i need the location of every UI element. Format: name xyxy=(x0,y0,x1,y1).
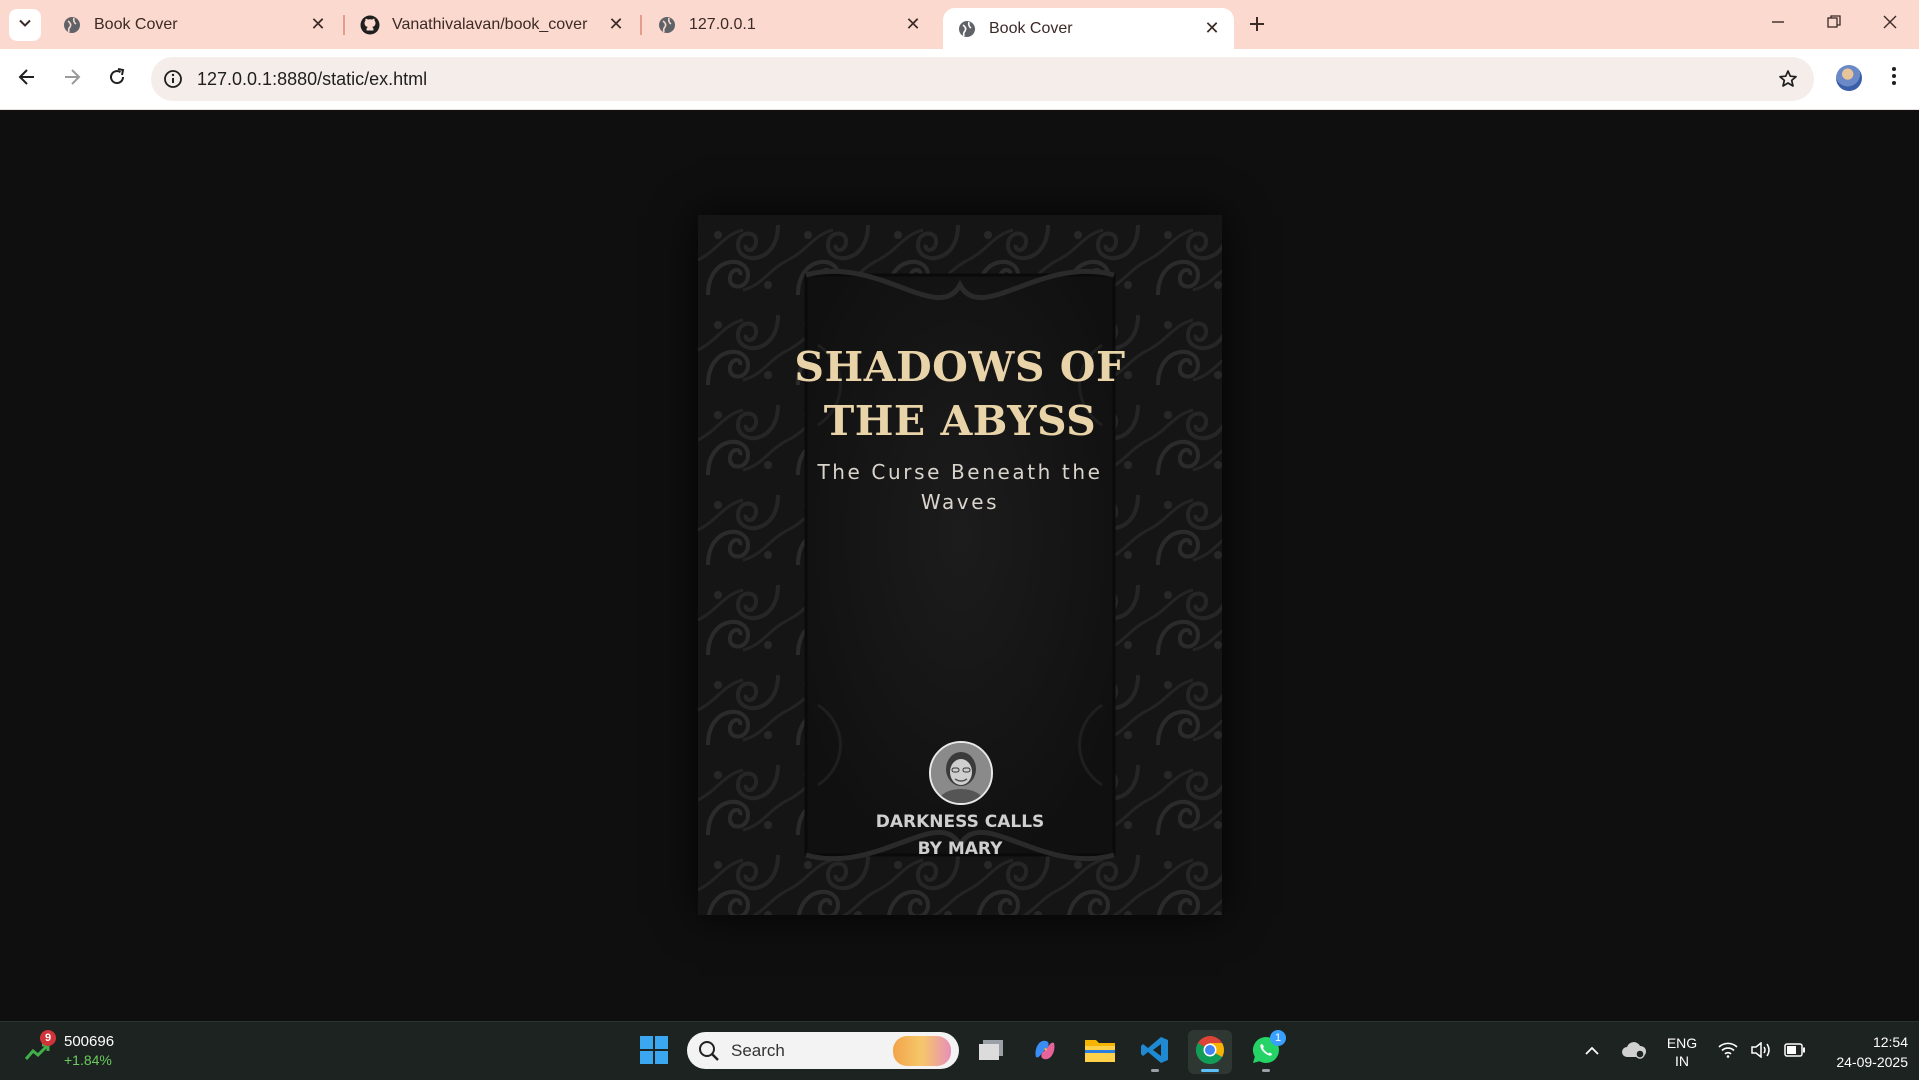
book-tagline-line-2: BY MARY xyxy=(917,839,1003,859)
clock[interactable]: 12:54 24-09-2025 xyxy=(1808,1030,1908,1074)
new-tab-button[interactable] xyxy=(1241,9,1273,41)
book-tagline: DARKNESS CALLS BY MARY xyxy=(698,809,1222,863)
book-title-line-1: SHADOWS OF xyxy=(794,343,1126,391)
book-tagline-line-1: DARKNESS CALLS xyxy=(875,812,1045,832)
restore-button[interactable] xyxy=(1806,0,1862,49)
arrow-left-icon xyxy=(17,67,37,92)
book-cover: SHADOWS OF THE ABYSS The Curse Beneath t… xyxy=(698,215,1222,915)
search-placeholder: Search xyxy=(731,1041,785,1060)
clock-date: 24-09-2025 xyxy=(1836,1054,1908,1070)
restore-icon xyxy=(1827,15,1841,34)
active-indicator xyxy=(1201,1069,1219,1072)
volume-icon xyxy=(1751,1040,1771,1063)
search-highlight-image xyxy=(893,1036,951,1066)
book-title-line-2: THE ABYSS xyxy=(823,397,1097,445)
globe-icon xyxy=(657,15,677,35)
close-icon xyxy=(1883,15,1897,34)
onedrive-button[interactable] xyxy=(1612,1030,1656,1074)
chrome-button[interactable] xyxy=(1188,1030,1232,1074)
browser-toolbar: 127.0.0.1:8880/static/ex.html xyxy=(0,49,1919,110)
close-window-button[interactable] xyxy=(1862,0,1918,49)
minimize-icon xyxy=(1771,15,1785,34)
more-vertical-icon xyxy=(1891,66,1897,91)
running-indicator xyxy=(1151,1069,1159,1072)
clock-time: 12:54 xyxy=(1872,1034,1908,1050)
language-indicator[interactable]: ENG IN xyxy=(1660,1030,1704,1074)
info-icon[interactable] xyxy=(161,67,185,91)
stock-change: +1.84% xyxy=(64,1052,112,1068)
arrow-right-icon xyxy=(62,67,82,92)
author-photo xyxy=(929,741,993,805)
task-view-icon xyxy=(977,1038,1005,1067)
language-region: IN xyxy=(1675,1053,1689,1069)
tab-search-button[interactable] xyxy=(9,9,41,41)
vscode-button[interactable] xyxy=(1133,1030,1177,1074)
search-icon xyxy=(698,1040,720,1067)
close-icon[interactable]: ✕ xyxy=(604,13,628,37)
github-icon xyxy=(360,15,380,35)
globe-icon xyxy=(62,15,82,35)
show-hidden-icons-button[interactable] xyxy=(1570,1030,1614,1074)
notification-badge: 9 xyxy=(40,1030,56,1046)
copilot-icon xyxy=(1030,1035,1060,1070)
tab-book-cover-active[interactable]: Book Cover ✕ xyxy=(943,8,1234,49)
tab-title: Vanathivalavan/book_cover xyxy=(392,15,588,33)
close-icon[interactable]: ✕ xyxy=(1200,17,1224,41)
running-indicator xyxy=(1262,1069,1270,1072)
tab-github[interactable]: Vanathivalavan/book_cover ✕ xyxy=(346,0,638,49)
quick-settings-button[interactable] xyxy=(1712,1030,1812,1074)
wifi-icon xyxy=(1718,1042,1738,1063)
whatsapp-button[interactable]: 1 xyxy=(1244,1030,1288,1074)
profile-avatar[interactable] xyxy=(1836,65,1862,91)
plus-icon xyxy=(1249,11,1265,39)
globe-icon xyxy=(957,19,977,39)
close-icon[interactable]: ✕ xyxy=(901,13,925,37)
folder-icon xyxy=(1084,1036,1116,1069)
tab-strip: Book Cover ✕ Vanathivalavan/book_cover ✕… xyxy=(0,0,1919,49)
browser-menu-button[interactable] xyxy=(1879,63,1909,93)
page-content: SHADOWS OF THE ABYSS The Curse Beneath t… xyxy=(0,110,1919,1021)
url-text[interactable]: 127.0.0.1:8880/static/ex.html xyxy=(197,69,427,90)
windows-logo-icon xyxy=(639,1035,669,1070)
book-title: SHADOWS OF THE ABYSS xyxy=(698,340,1222,448)
chevron-up-icon xyxy=(1584,1043,1600,1061)
notification-badge: 1 xyxy=(1270,1030,1286,1046)
copilot-button[interactable] xyxy=(1023,1030,1067,1074)
taskbar-search[interactable]: Search xyxy=(687,1032,959,1069)
cloud-sync-icon xyxy=(1621,1041,1647,1064)
reload-button[interactable] xyxy=(99,61,135,97)
vscode-icon xyxy=(1140,1035,1170,1070)
battery-icon xyxy=(1783,1042,1806,1062)
task-view-button[interactable] xyxy=(969,1030,1013,1074)
chevron-down-icon xyxy=(18,16,32,35)
reload-icon xyxy=(107,67,127,92)
book-subtitle-line-1: The Curse Beneath the xyxy=(817,460,1103,484)
close-icon[interactable]: ✕ xyxy=(306,13,330,37)
book-subtitle: The Curse Beneath the Waves xyxy=(698,457,1222,517)
chrome-icon xyxy=(1195,1035,1225,1070)
tab-divider xyxy=(640,15,642,35)
start-button[interactable] xyxy=(632,1030,676,1074)
tab-book-cover-1[interactable]: Book Cover ✕ xyxy=(48,0,340,49)
tab-title: Book Cover xyxy=(94,15,178,33)
forward-button[interactable] xyxy=(54,61,90,97)
tab-title: Book Cover xyxy=(989,19,1073,37)
language-code: ENG xyxy=(1666,1035,1698,1051)
tab-title: 127.0.0.1 xyxy=(689,15,756,33)
back-button[interactable] xyxy=(9,61,45,97)
tab-localhost[interactable]: 127.0.0.1 ✕ xyxy=(643,0,935,49)
minimize-button[interactable] xyxy=(1750,0,1806,49)
file-explorer-button[interactable] xyxy=(1078,1030,1122,1074)
book-subtitle-line-2: Waves xyxy=(920,490,1000,514)
address-bar[interactable]: 127.0.0.1:8880/static/ex.html xyxy=(151,57,1814,101)
tab-divider xyxy=(343,15,345,35)
windows-taskbar: 9 500696 +1.84% Search 1 ENG IN 12:54 24… xyxy=(0,1021,1919,1080)
stock-widget[interactable]: 9 500696 +1.84% xyxy=(24,1030,134,1071)
stock-value: 500696 xyxy=(64,1033,115,1050)
bookmark-star-icon[interactable] xyxy=(1776,67,1800,91)
